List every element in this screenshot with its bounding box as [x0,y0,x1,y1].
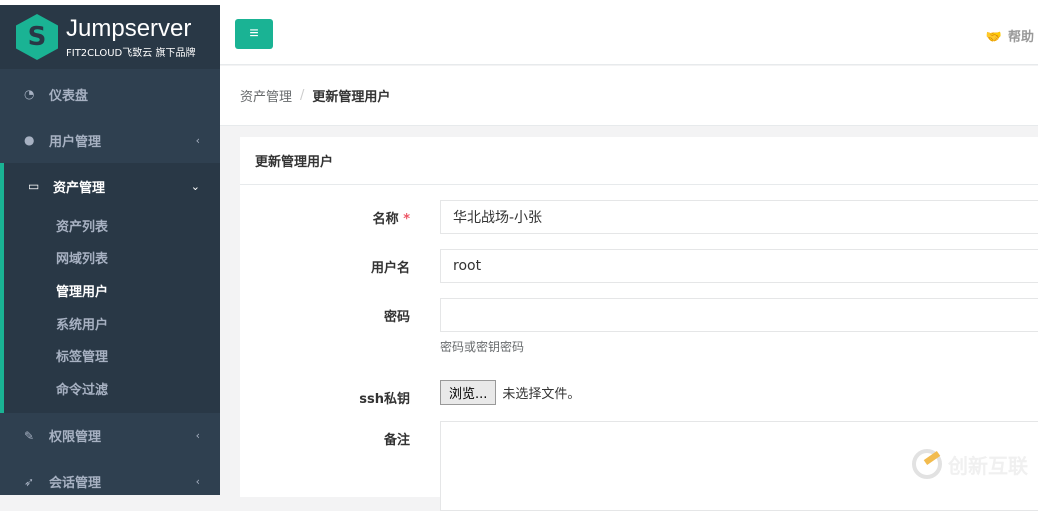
breadcrumb-parent[interactable]: 资产管理 [240,86,292,105]
sidebar-item-label: 用户管理 [49,134,102,150]
jumpserver-logo-icon: S [16,14,58,60]
name-input[interactable]: 华北战场-小张 [440,200,1038,234]
password-label: 密码 [383,310,410,325]
logo-title: Jumpserver [66,14,192,42]
help-label: 帮助 [1007,30,1034,45]
sidebar-item-label: 权限管理 [49,430,102,446]
watermark-logo: 创新互联 [912,449,1028,479]
chevron-left-icon: ‹ [195,133,200,147]
comment-label: 备注 [383,433,410,448]
sidebar-subitem-admin-user[interactable]: 管理用户 [4,274,220,307]
help-link[interactable]: 🤝 帮助 [980,26,1034,45]
breadcrumb: 资产管理 / 更新管理用户 [220,66,1038,126]
users-icon: ● [24,133,35,147]
header: ≡ 🤝 帮助 [220,5,1038,65]
sidebar-item-users[interactable]: ● 用户管理 ‹ [0,117,220,163]
edit-icon: ✎ [24,428,35,443]
watermark-icon [912,449,942,479]
breadcrumb-separator: / [300,88,305,103]
password-hint: 密码或密钥密码 [440,340,525,354]
required-mark: * [403,212,410,227]
inbox-icon: ▭ [28,179,40,193]
chevron-down-icon: ⌄ [190,179,200,193]
panel-title: 更新管理用户 [240,137,1038,185]
browse-button[interactable]: 浏览... [440,380,497,405]
ssh-key-file-input: 浏览... 未选择文件。 [440,380,580,405]
username-input[interactable]: root [440,249,1038,283]
sidebar-item-label: 资产管理 [53,180,106,196]
sidebar-subitem-command-filter[interactable]: 命令过滤 [4,372,220,405]
sidebar-item-label: 会话管理 [49,476,102,492]
sidebar-item-perms[interactable]: ✎ 权限管理 ‹ [0,413,220,459]
sidebar-item-assets[interactable]: ▭ 资产管理 ⌄ [4,163,220,209]
sidebar-subitem-domain-list[interactable]: 网域列表 [4,242,220,275]
breadcrumb-current: 更新管理用户 [312,90,391,105]
chevron-left-icon: ‹ [195,475,200,489]
dashboard-icon: ◔ [24,87,35,101]
chevron-left-icon: ‹ [195,429,200,443]
name-label: 名称 * [373,208,410,227]
watermark-text: 创新互联 [948,453,1028,478]
sidebar-item-sessions[interactable]: ➶ 会话管理 ‹ [0,459,220,505]
sidebar-subitem-system-user[interactable]: 系统用户 [4,307,220,340]
menu-toggle-button[interactable]: ≡ [235,19,273,49]
ssh-key-label: ssh私钥 [359,392,410,407]
logo-subtitle: FIT2CLOUD飞致云 旗下品牌 [66,47,196,59]
sidebar-subitem-asset-list[interactable]: 资产列表 [4,209,220,242]
sidebar-item-label: 仪表盘 [49,88,89,104]
sidebar-subitem-labels[interactable]: 标签管理 [4,339,220,372]
form-panel: 更新管理用户 名称 * 华北战场-小张 用户名 root 密码 密码或密钥密码 … [240,137,1038,511]
handshake-icon: 🤝 [985,30,1002,45]
logo: S Jumpserver FIT2CLOUD飞致云 旗下品牌 [0,5,220,69]
sidebar-group-assets: ▭ 资产管理 ⌄ 资产列表 网域列表 管理用户 系统用户 标签管理 命令过滤 [0,163,220,413]
name-label-text: 名称 [372,212,399,227]
sidebar-item-dashboard[interactable]: ◔ 仪表盘 [0,71,220,117]
sidebar: S Jumpserver FIT2CLOUD飞致云 旗下品牌 ◔ 仪表盘 ● 用户管… [0,5,220,495]
password-input[interactable] [440,298,1038,332]
username-label: 用户名 [370,261,410,276]
rocket-icon: ➶ [24,474,35,489]
no-file-text: 未选择文件。 [502,387,581,402]
